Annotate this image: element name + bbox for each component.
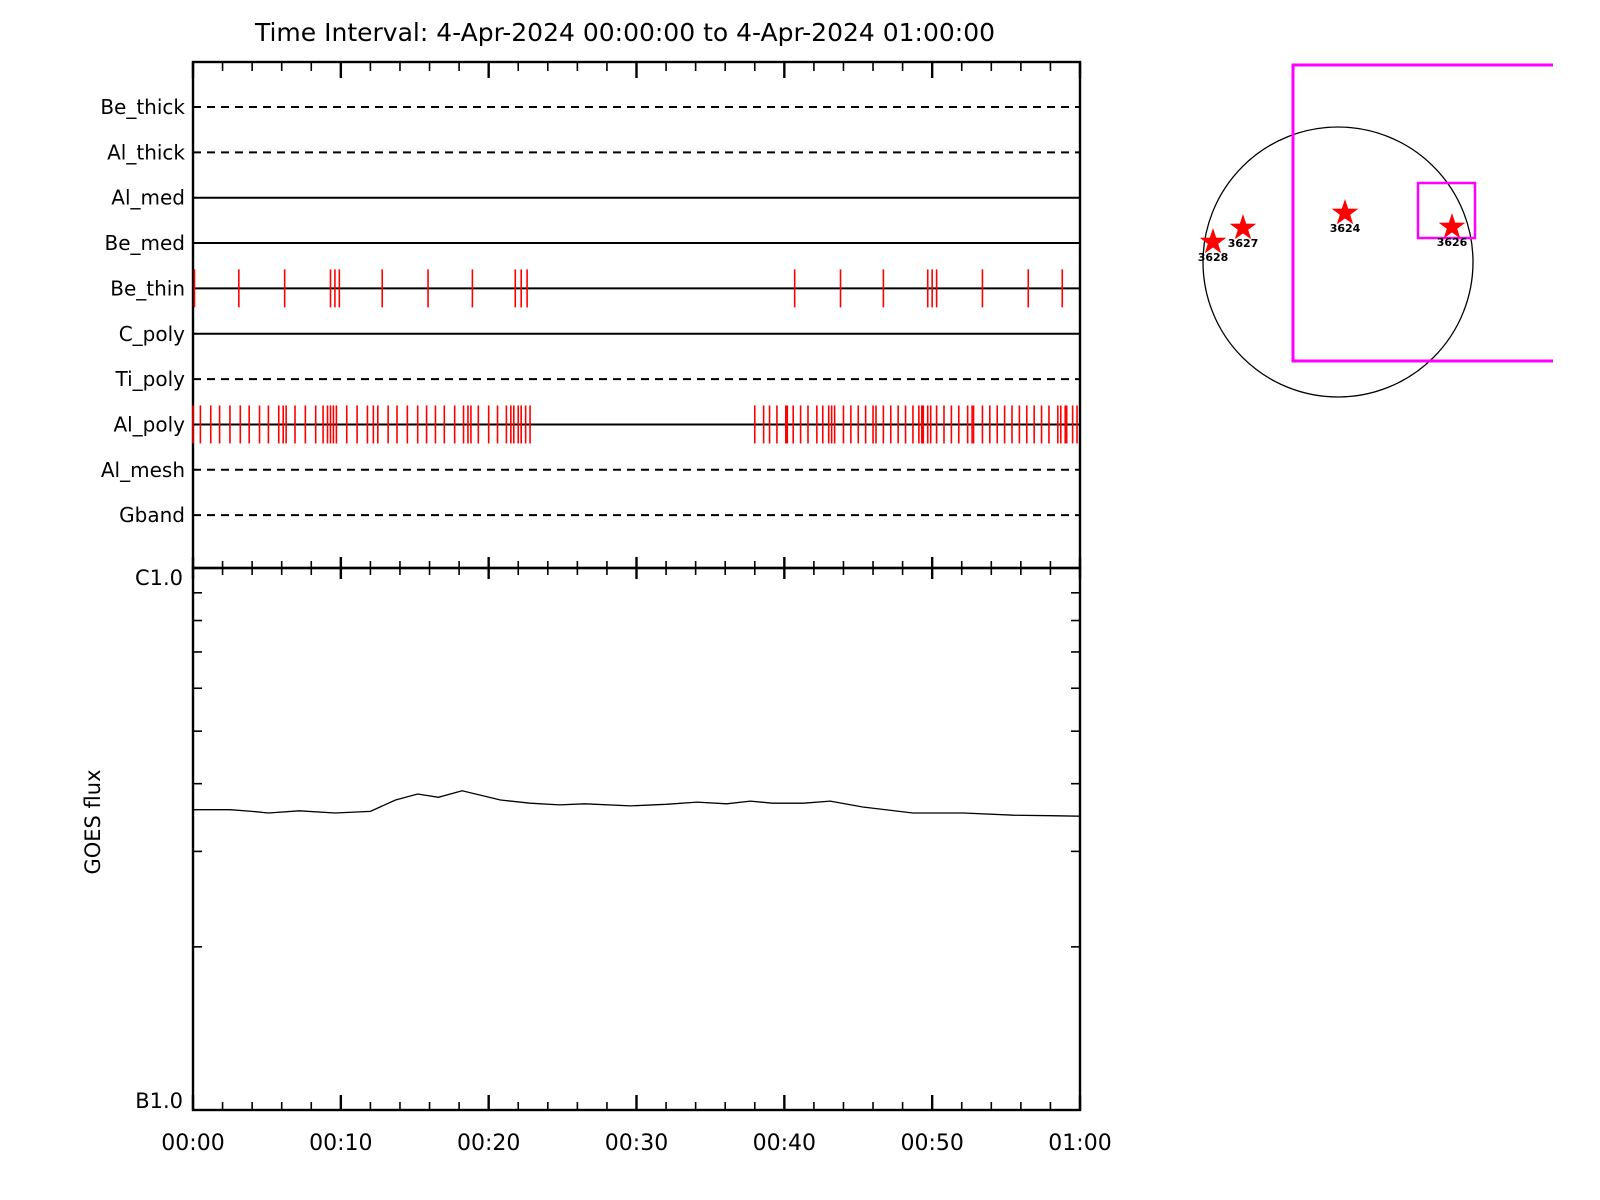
x-tick-label: 00:50 (900, 1131, 963, 1156)
goes-flux-curve (193, 791, 1080, 816)
filter-panel-border (193, 62, 1080, 568)
filter-row-label-C_poly: C_poly (119, 322, 185, 346)
filter-row-label-Be_thick: Be_thick (100, 95, 185, 119)
active-region-star-3624 (1332, 199, 1359, 224)
active-region-label-3624: 3624 (1330, 222, 1361, 235)
active-region-star-3626 (1439, 213, 1466, 238)
plot-title: Time Interval: 4-Apr-2024 00:00:00 to 4-… (254, 18, 995, 47)
filter-row-label-Be_med: Be_med (104, 231, 185, 255)
x-tick-label: 00:00 (161, 1131, 224, 1156)
x-tick-label: 01:00 (1048, 1131, 1111, 1156)
filter-row-label-Al_med: Al_med (111, 186, 185, 210)
solar-limb-circle (1203, 127, 1473, 397)
filter-row-label-Ti_poly: Ti_poly (115, 367, 186, 391)
filter-row-label-Al_poly: Al_poly (113, 412, 185, 436)
plot-canvas: Time Interval: 4-Apr-2024 00:00:00 to 4-… (0, 0, 1600, 1200)
filter-timeline-panel: Be_thick Al_thick Al_med Be_med Be_thin C_pol… (100, 62, 1080, 1110)
filter-row-label-Gband: Gband (119, 503, 185, 527)
solar-disk-map: 36283627 3624 3626 (1198, 65, 1553, 397)
active-region-label-3628: 3628 (1198, 251, 1229, 264)
x-tick-label: 00:40 (753, 1131, 816, 1156)
x-tick-label: 00:10 (309, 1131, 372, 1156)
filter-row-label-Al_thick: Al_thick (107, 140, 185, 164)
active-region-label-3627: 3627 (1228, 237, 1259, 250)
fov-box-large-fov (1293, 65, 1553, 361)
filter-row-label-Be_thin: Be_thin (110, 276, 185, 300)
goes-y-axis-title: GOES flux (81, 769, 105, 874)
goes-y-top-label: C1.0 (135, 566, 183, 590)
filter-row-label-Al_mesh: Al_mesh (101, 458, 185, 482)
x-tick-label: 00:30 (605, 1131, 668, 1156)
x-tick-label: 00:20 (457, 1131, 520, 1156)
active-region-star-3627 (1230, 214, 1257, 239)
goes-panel-border (193, 568, 1080, 1110)
goes-y-bottom-label: B1.0 (135, 1089, 183, 1113)
goes-flux-panel: 00:00 00:10 00:20 00:30 00:40 00:50 01:00 (161, 568, 1111, 1156)
active-region-label-3626: 3626 (1437, 236, 1468, 249)
xrt-observation-plan-figure: Time Interval: 4-Apr-2024 00:00:00 to 4-… (0, 0, 1600, 1200)
